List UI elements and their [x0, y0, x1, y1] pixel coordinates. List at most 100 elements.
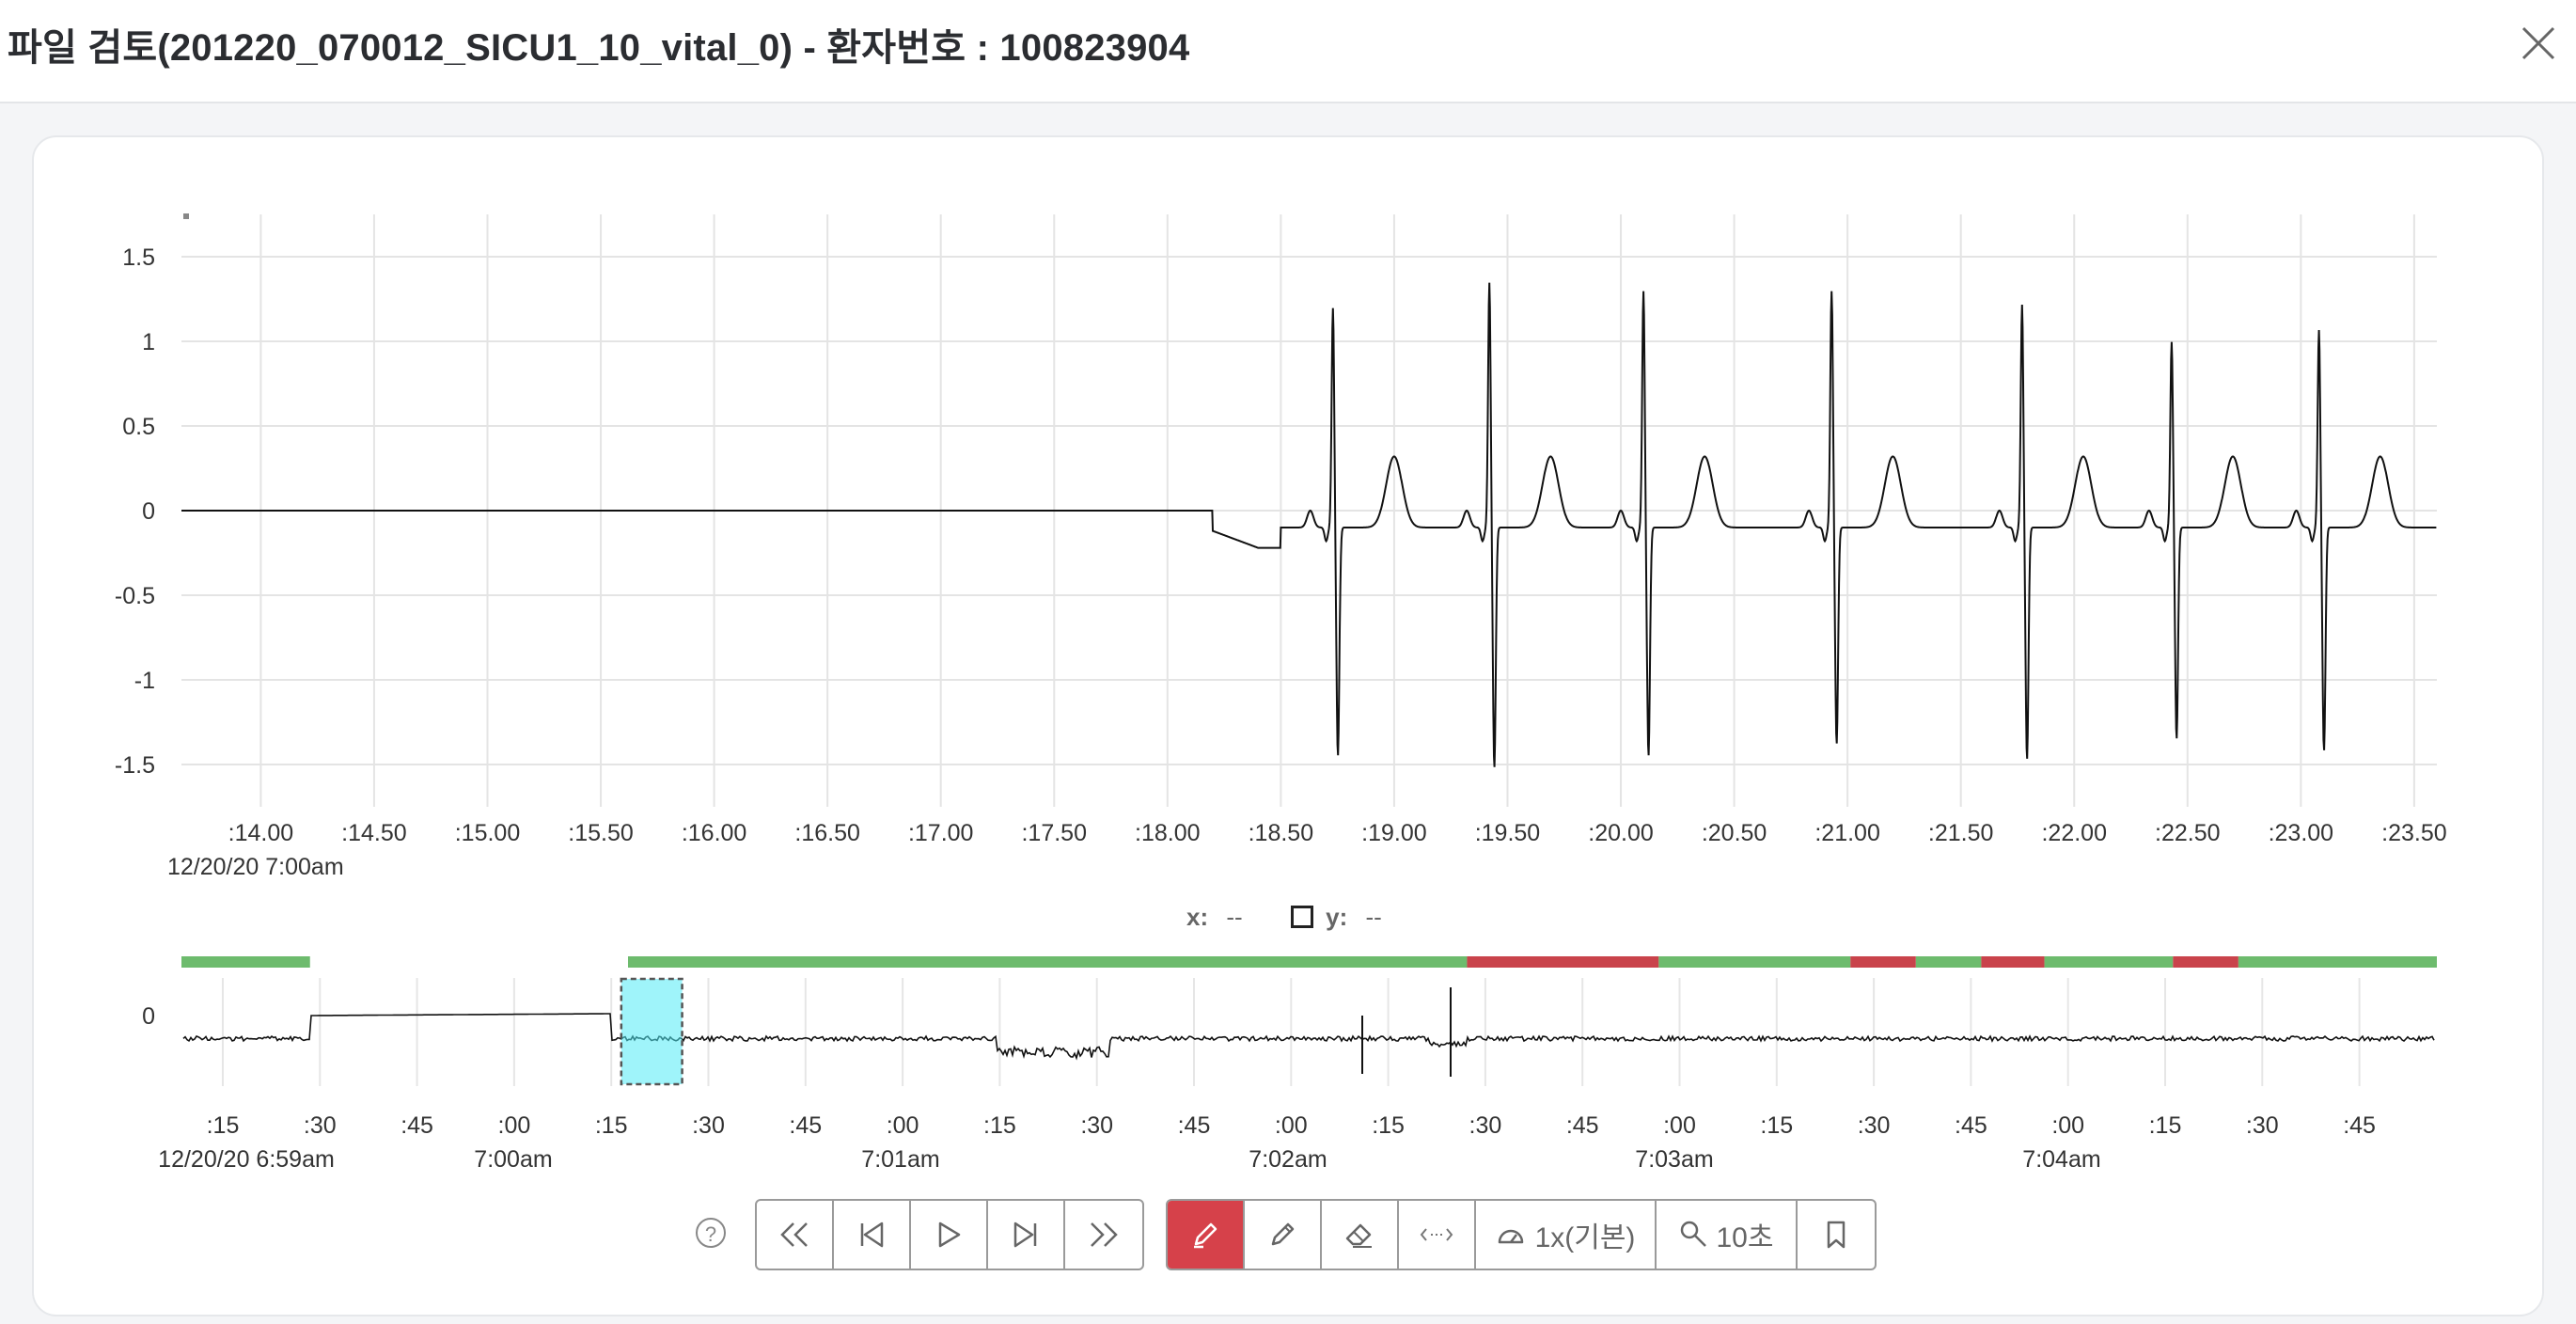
overview-x-tick: :45: [1178, 1112, 1211, 1139]
overview-y-tick: 0: [142, 1003, 155, 1030]
y-tick-label: 1.5: [122, 244, 155, 271]
overview-x-tick: :30: [304, 1112, 337, 1139]
x-tick-label: :23.50: [2381, 820, 2447, 846]
x-tick-label: :15.50: [568, 820, 634, 846]
range-select-button[interactable]: [1399, 1201, 1476, 1269]
readout-checkbox[interactable]: [1290, 906, 1313, 928]
x-tick-label: :14.00: [228, 820, 294, 846]
bookmark-button[interactable]: [1798, 1201, 1875, 1269]
quality-segment: [1658, 956, 1851, 968]
x-tick-label: :14.50: [341, 820, 407, 846]
overview-x-tick: :45: [401, 1112, 433, 1139]
playback-controls: [755, 1199, 1144, 1270]
x-tick-label: :18.50: [1249, 820, 1314, 846]
overview-hour-label: 7:04am: [2022, 1146, 2100, 1173]
quality-segment: [1915, 956, 1982, 968]
main-date-label: 12/20/20 7:00am: [167, 854, 344, 880]
overview-x-tick: :30: [692, 1112, 725, 1139]
main-ecg-chart[interactable]: :14.00:14.50:15.00:15.50:16.00:16.50:17.…: [115, 213, 2447, 880]
overview-x-tick: :15: [1372, 1112, 1405, 1139]
overview-x-tick: :00: [1663, 1112, 1696, 1139]
quality-segment: [628, 956, 1468, 968]
overview-hour-label: 7:02am: [1249, 1146, 1327, 1173]
zoom-window-button[interactable]: 10초: [1657, 1201, 1798, 1269]
overview-x-tick: :15: [207, 1112, 240, 1139]
overview-x-tick: :00: [498, 1112, 531, 1139]
x-tick-label: :22.50: [2155, 820, 2221, 846]
readout-y-label: y:: [1326, 903, 1348, 931]
x-tick-label: :17.00: [908, 820, 974, 846]
x-tick-label: :15.00: [455, 820, 521, 846]
quality-segment: [2238, 956, 2437, 968]
overview-x-tick: :15: [1760, 1112, 1793, 1139]
zoom-icon: [1680, 1221, 1706, 1247]
quality-segment: [1850, 956, 1916, 968]
play-icon: [938, 1222, 961, 1248]
y-tick-label: 1: [142, 329, 155, 355]
x-tick-label: :21.50: [1928, 820, 1994, 846]
zoom-label: 10초: [1716, 1222, 1774, 1253]
help-icon[interactable]: ?: [696, 1218, 726, 1248]
overview-x-tick: :00: [2051, 1112, 2084, 1139]
x-tick-label: :23.00: [2269, 820, 2334, 846]
range-arrows-icon: [1420, 1228, 1453, 1241]
readout-x-value: --: [1226, 903, 1243, 931]
chart-stage: :14.00:14.50:15.00:15.50:16.00:16.50:17.…: [115, 213, 2447, 1173]
skip-previous-icon: [860, 1222, 884, 1248]
fast-forward-button[interactable]: [1065, 1201, 1142, 1269]
highlight-pen-button[interactable]: [1245, 1201, 1322, 1269]
x-tick-label: :17.50: [1021, 820, 1087, 846]
y-tick-label: -1.5: [115, 752, 155, 779]
overview-x-tick: :15: [2149, 1112, 2182, 1139]
overview-x-tick: :00: [887, 1112, 919, 1139]
eraser-icon: [1345, 1223, 1372, 1248]
overview-trace: [182, 1013, 2435, 1061]
overview-chart[interactable]: :15 :30 :45 :00 :15 :30 :45 :00 :15 :30 :45 :00 :15:…: [142, 956, 2437, 1173]
pencil-icon: [1271, 1222, 1295, 1246]
speedometer-icon: [1498, 1229, 1523, 1244]
quality-segment: [1981, 956, 2045, 968]
skip-previous-button[interactable]: [834, 1201, 911, 1269]
overview-x-tick: :30: [1080, 1112, 1113, 1139]
overview-x-tick: :30: [1858, 1112, 1891, 1139]
cursor-readout: x: -- y: --: [1186, 903, 1382, 932]
speed-label: 1x(기본): [1534, 1222, 1636, 1253]
ecg-trace: [181, 282, 2437, 767]
skip-next-button[interactable]: [988, 1201, 1065, 1269]
chart-marker: [183, 213, 189, 219]
x-tick-label: :21.00: [1814, 820, 1880, 846]
y-tick-label: -1: [134, 668, 155, 694]
overview-x-tick: :45: [1955, 1112, 1987, 1139]
x-tick-label: :22.00: [2041, 820, 2107, 846]
speed-button[interactable]: 1x(기본): [1476, 1201, 1657, 1269]
overview-x-tick: :15: [983, 1112, 1016, 1139]
overview-hour-label: 7:03am: [1635, 1146, 1713, 1173]
y-tick-label: 0.5: [122, 414, 155, 440]
quality-segment: [2044, 956, 2174, 968]
play-button[interactable]: [911, 1201, 988, 1269]
readout-y-value: --: [1365, 903, 1382, 931]
overview-x-tick: :45: [1566, 1112, 1599, 1139]
y-tick-label: -0.5: [115, 583, 155, 609]
double-chevron-right-icon: [1091, 1222, 1118, 1247]
overview-x-tick: :45: [2343, 1112, 2376, 1139]
x-tick-label: :18.00: [1135, 820, 1201, 846]
quality-segment: [1467, 956, 1659, 968]
draw-pen-button[interactable]: [1168, 1201, 1245, 1269]
fast-rewind-button[interactable]: [757, 1201, 834, 1269]
x-tick-label: :19.00: [1361, 820, 1427, 846]
overview-x-tick: :30: [2246, 1112, 2279, 1139]
overview-hour-label: 7:01am: [861, 1146, 939, 1173]
quality-segment: [2173, 956, 2238, 968]
selection-window[interactable]: [620, 977, 683, 1086]
overview-x-tick: :45: [789, 1112, 822, 1139]
skip-next-icon: [1013, 1222, 1037, 1248]
eraser-button[interactable]: [1322, 1201, 1399, 1269]
tool-controls: 1x(기본) 10초: [1166, 1199, 1877, 1270]
overview-x-tick: :15: [595, 1112, 628, 1139]
overview-x-tick: :00: [1275, 1112, 1308, 1139]
x-tick-label: :19.50: [1475, 820, 1541, 846]
pen-icon: [1194, 1222, 1217, 1249]
x-tick-label: :16.50: [794, 820, 860, 846]
x-tick-label: :20.00: [1588, 820, 1654, 846]
